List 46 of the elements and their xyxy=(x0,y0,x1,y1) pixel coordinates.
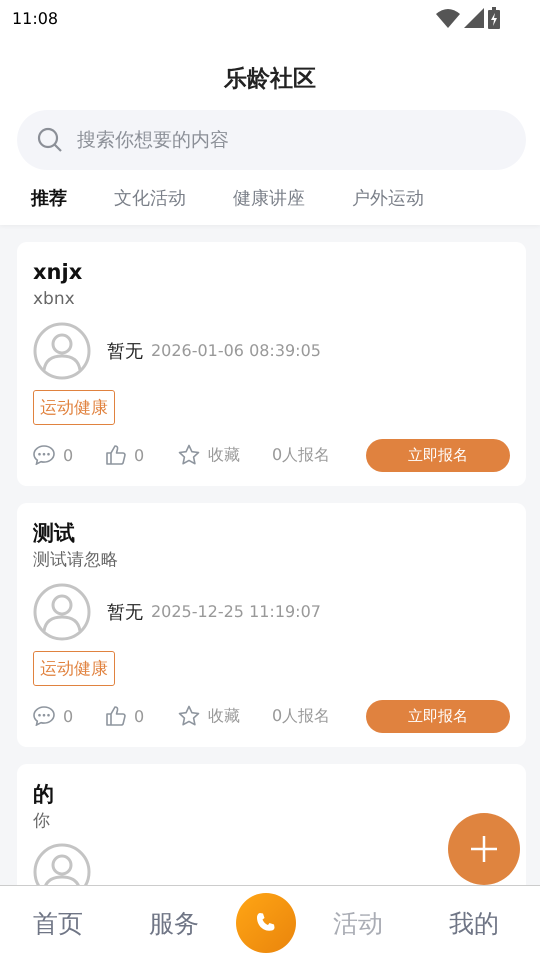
post-subtitle: xbnx xyxy=(33,289,75,310)
comment-count: 0 xyxy=(63,706,74,726)
nav-tab[interactable]: 首页 xyxy=(0,906,116,940)
comment-count: 0 xyxy=(63,446,74,465)
post-title: 测试 xyxy=(33,520,75,547)
wifi-icon xyxy=(436,8,460,28)
signup-button[interactable]: 立即报名 xyxy=(366,438,510,472)
like-count: 0 xyxy=(134,446,144,465)
search-icon xyxy=(37,127,63,153)
like-count: 0 xyxy=(134,706,144,726)
post-subtitle: 你 xyxy=(33,810,50,832)
avatar-icon xyxy=(33,582,91,641)
post-title: xnjx xyxy=(33,259,82,286)
page-title: 乐龄社区 xyxy=(224,64,316,94)
comment-icon xyxy=(33,706,55,726)
nav-tab[interactable]: 活动 xyxy=(300,906,416,940)
plus-icon xyxy=(470,835,498,863)
favorite-label: 收藏 xyxy=(208,444,240,466)
tab[interactable]: 健康讲座 xyxy=(233,186,305,210)
thumbs-up-icon xyxy=(106,706,126,726)
signup-count: 0人报名 xyxy=(272,444,330,466)
favorite-label: 收藏 xyxy=(208,706,240,727)
nav-tab[interactable]: 我的 xyxy=(416,906,532,940)
clock: 11:08 xyxy=(12,8,58,28)
category-tag: 运动健康 xyxy=(33,650,115,686)
post-subtitle: 测试请忽略 xyxy=(33,550,118,571)
author-name: 暂无 xyxy=(107,600,143,624)
comment-icon xyxy=(33,445,55,466)
tab[interactable]: 文化活动 xyxy=(114,186,186,210)
author-name: 暂无 xyxy=(107,340,143,363)
post-time: 2026-01-06 08:39:05 xyxy=(151,341,321,360)
star-icon xyxy=(178,705,200,728)
battery-icon xyxy=(488,7,500,29)
tab[interactable]: 户外运动 xyxy=(352,186,424,210)
post-title: 的 xyxy=(33,780,54,808)
signup-button[interactable]: 立即报名 xyxy=(366,700,510,733)
signup-count: 0人报名 xyxy=(272,706,330,727)
avatar-icon xyxy=(33,322,91,380)
signal-icon xyxy=(464,8,484,28)
nav-tab[interactable]: 服务 xyxy=(116,906,232,940)
post-time: 2025-12-25 11:19:07 xyxy=(151,602,321,622)
thumbs-up-icon xyxy=(106,445,126,466)
search-field[interactable]: 搜索你想要的内容 xyxy=(17,110,526,170)
category-tag: 运动健康 xyxy=(33,390,115,425)
tab[interactable]: 推荐 xyxy=(31,186,67,210)
star-icon xyxy=(178,444,200,466)
